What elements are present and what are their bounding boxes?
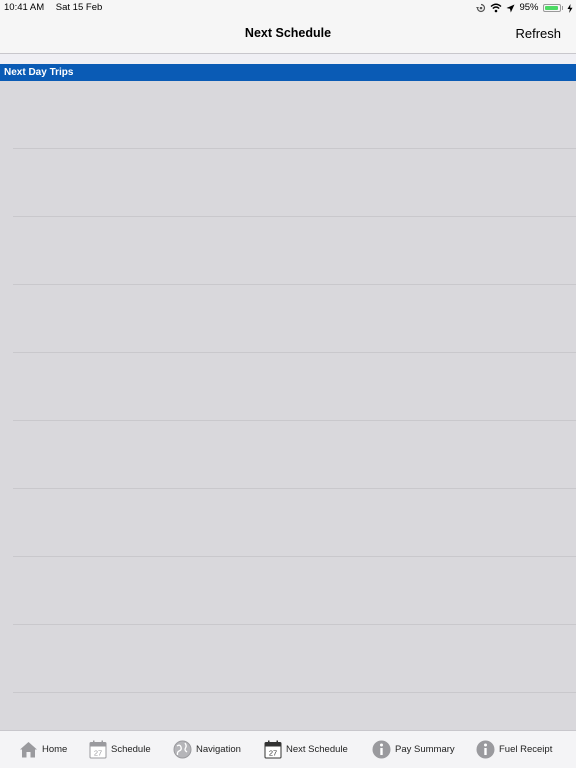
trip-list[interactable]	[0, 81, 576, 761]
status-left: 10:41 AM Sat 15 Feb	[4, 0, 111, 16]
calendar-icon: 27	[89, 740, 107, 759]
battery-icon	[542, 4, 561, 12]
list-item[interactable]	[13, 489, 576, 557]
battery-level	[544, 6, 558, 10]
battery-percent: 95%	[519, 2, 539, 13]
list-item[interactable]	[13, 217, 576, 285]
tab-bar: Home 27 Schedule Navigation 27 Next Sche…	[0, 730, 576, 768]
info-icon	[372, 740, 391, 759]
status-right: 95%	[472, 0, 573, 16]
tab-label: Navigation	[196, 744, 241, 755]
rotation-lock-icon	[476, 3, 486, 13]
tab-label: Home	[42, 744, 68, 755]
tab-label: Pay Summary	[395, 744, 455, 755]
status-date: Sat 15 Feb	[55, 2, 103, 13]
globe-icon	[173, 740, 192, 759]
list-item[interactable]	[13, 81, 576, 149]
status-bar: 10:41 AM Sat 15 Feb 95%	[0, 0, 576, 16]
tab-next-schedule[interactable]: 27 Next Schedule	[264, 731, 348, 768]
list-item[interactable]	[13, 149, 576, 217]
page-title: Next Schedule	[244, 26, 332, 40]
battery-tip	[561, 6, 563, 10]
tab-schedule[interactable]: 27 Schedule	[89, 731, 151, 768]
info-icon	[476, 740, 495, 759]
calendar-day: 27	[269, 749, 277, 758]
tab-fuel-receipt[interactable]: Fuel Receipt	[476, 731, 552, 768]
tab-label: Fuel Receipt	[499, 744, 553, 755]
tab-navigation[interactable]: Navigation	[173, 731, 241, 768]
charging-bolt-icon	[567, 3, 573, 13]
header-spacer	[0, 54, 576, 64]
tab-label: Next Schedule	[286, 744, 348, 755]
wifi-icon	[491, 3, 502, 13]
list-item[interactable]	[13, 421, 576, 489]
section-header: Next Day Trips	[0, 64, 576, 81]
refresh-button[interactable]: Refresh	[515, 16, 561, 51]
status-time: 10:41 AM	[4, 2, 45, 13]
location-arrow-icon	[506, 4, 515, 12]
list-item[interactable]	[13, 625, 576, 693]
list-item[interactable]	[13, 285, 576, 353]
list-item[interactable]	[13, 353, 576, 421]
tab-home[interactable]: Home	[19, 731, 67, 768]
home-icon	[20, 742, 37, 758]
calendar-icon: 27	[264, 740, 282, 759]
calendar-day: 27	[94, 749, 102, 758]
tab-pay-summary[interactable]: Pay Summary	[372, 731, 455, 768]
tab-label: Schedule	[111, 744, 151, 755]
list-item[interactable]	[13, 557, 576, 625]
navigation-bar: Next Schedule Refresh	[0, 16, 576, 54]
